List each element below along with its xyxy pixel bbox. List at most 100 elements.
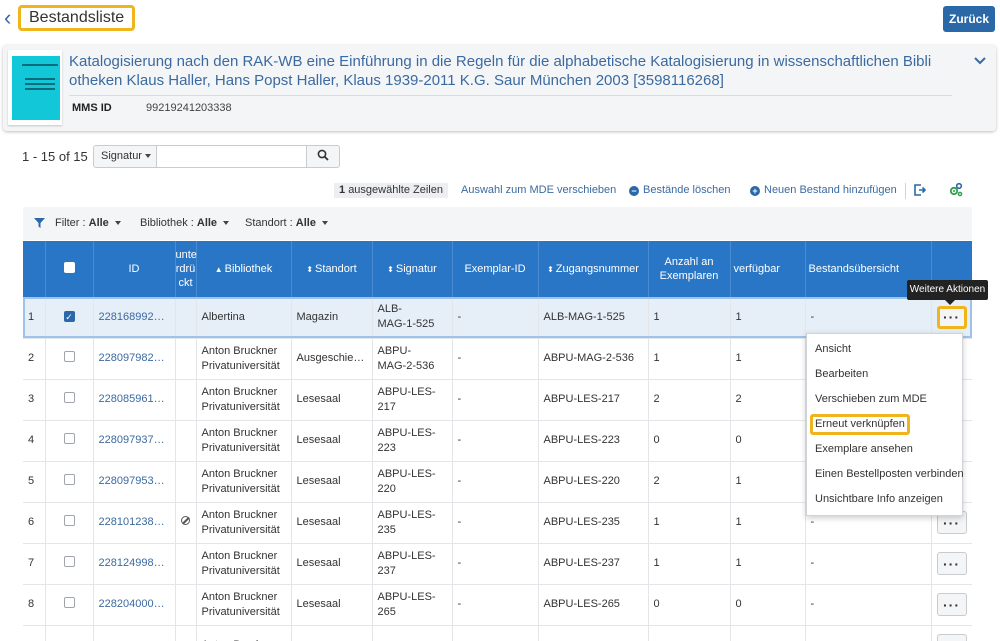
book-cover-image [12, 56, 60, 120]
item-id-cell: - [452, 420, 539, 462]
table-header-row: ID unte rdrü ckt ▲ Bibliothek ⬍ Standort ⬍ Si… [23, 241, 972, 297]
record-card: Katalogisierung nach den RAK-WB eine Ein… [3, 45, 996, 131]
table-row[interactable]: 7 228124998000... Anton Bruckner Privatuniv… [23, 543, 972, 585]
accession-cell: ABPU-LES-217 [538, 379, 649, 421]
row-checkbox[interactable] [45, 379, 94, 421]
holding-id-link[interactable]: 228097937000... [93, 420, 176, 462]
summary-cell: - [805, 297, 932, 339]
row-checkbox[interactable] [45, 502, 94, 544]
holding-id-link[interactable]: 228204000000... [93, 584, 176, 626]
table-row[interactable]: 1 ✓ 228168992000... Albertina Magazin ALB- MAG… [23, 297, 972, 339]
library-filter-dropdown[interactable]: Bibliothek : Alle [140, 217, 230, 229]
row-checkbox[interactable] [45, 338, 94, 380]
location-cell: Lesesaal [291, 379, 373, 421]
summary-cell: - [805, 543, 932, 585]
item-count-cell [648, 625, 731, 641]
record-title[interactable]: Katalogisierung nach den RAK-WB eine Ein… [69, 52, 949, 90]
column-header-accession[interactable]: ⬍ Zugangsnummer [538, 241, 649, 297]
suppressed-cell [175, 625, 197, 641]
library-cell: Anton Bruckner Privatuniversität [196, 543, 292, 585]
location-cell [291, 625, 373, 641]
export-icon[interactable] [913, 183, 927, 197]
menu-item-show-hidden-info[interactable]: Unsichtbare Info anzeigen [807, 487, 962, 512]
table-row[interactable]: Anton Bruckner ··· [23, 625, 972, 641]
accession-cell: ABPU-LES-237 [538, 543, 649, 585]
holding-id-link[interactable] [93, 625, 176, 641]
menu-item-edit[interactable]: Bearbeiten [807, 362, 962, 387]
holding-id-link[interactable]: 228168992000... [93, 297, 176, 339]
call-number-cell: ABPU-LES-237 [372, 543, 453, 585]
row-number: 5 [23, 461, 46, 503]
row-checkbox[interactable] [45, 461, 94, 503]
back-button[interactable]: Zurück [943, 6, 995, 32]
row-checkbox[interactable] [45, 543, 94, 585]
search-input[interactable] [156, 145, 307, 168]
holding-id-link[interactable]: 228097953000... [93, 461, 176, 503]
call-number-cell: ALB- MAG-1-525 [372, 297, 453, 339]
sort-icon: ⬍ [387, 264, 394, 274]
call-number-cell: ABPU-LES-217 [372, 379, 453, 421]
item-count-cell: 1 [648, 543, 731, 585]
item-id-cell [452, 625, 539, 641]
item-id-cell: - [452, 338, 539, 380]
holding-id-link[interactable]: 228124998000... [93, 543, 176, 585]
more-actions-button[interactable]: ··· [936, 634, 967, 641]
location-filter-dropdown[interactable]: Standort : Alle [245, 217, 328, 229]
available-cell: 1 [730, 502, 806, 544]
row-actions-cell: ··· [931, 543, 972, 585]
delete-holdings-link[interactable]: − Bestände löschen [629, 184, 730, 196]
location-cell: Lesesaal [291, 461, 373, 503]
cover-thumbnail [8, 50, 62, 125]
column-header-available[interactable]: verfügbar [730, 241, 806, 297]
column-header-suppressed[interactable]: unte rdrü ckt [175, 241, 197, 297]
search-field-select[interactable]: Signatur [93, 145, 157, 168]
menu-item-view-items[interactable]: Exemplare ansehen [807, 437, 962, 462]
row-checkbox[interactable] [45, 625, 94, 641]
column-header-library[interactable]: ▲ Bibliothek [196, 241, 292, 297]
more-actions-button[interactable]: ··· [936, 552, 967, 575]
holding-id-link[interactable]: 228101238000... [93, 502, 176, 544]
column-header-id[interactable]: ID [93, 241, 176, 297]
search-button[interactable] [306, 145, 340, 168]
column-header-item-id[interactable]: Exemplar-ID [452, 241, 539, 297]
menu-item-relink[interactable]: Erneut verknüpfen [807, 412, 962, 437]
add-holding-link[interactable]: + Neuen Bestand hinzufügen [750, 184, 897, 196]
row-number: 4 [23, 420, 46, 462]
back-chevron-icon[interactable]: ‹ [4, 7, 18, 29]
item-id-cell: - [452, 543, 539, 585]
minus-circle-icon: − [629, 186, 639, 196]
column-header-location[interactable]: ⬍ Standort [291, 241, 373, 297]
holding-id-link[interactable]: 228097982000... [93, 338, 176, 380]
divider [905, 183, 906, 199]
menu-item-view[interactable]: Ansicht [807, 337, 962, 362]
holding-id-link[interactable]: 228085961000... [93, 379, 176, 421]
available-cell: 0 [730, 584, 806, 626]
more-actions-tooltip: Weitere Aktionen [907, 280, 988, 305]
sort-ascending-icon: ▲ [214, 264, 223, 274]
chevron-down-icon[interactable] [972, 53, 988, 69]
suppressed-cell [175, 584, 197, 626]
move-to-mde-link[interactable]: Auswahl zum MDE verschieben [461, 184, 616, 196]
suppressed-cell [175, 379, 197, 421]
accession-cell: ABPU-MAG-2-536 [538, 338, 649, 380]
available-cell: 1 [730, 297, 806, 339]
row-checkbox[interactable] [45, 584, 94, 626]
filter-dropdown[interactable]: Filter : Alle [55, 217, 121, 229]
table-row[interactable]: 8 228204000000... Anton Bruckner Privatuniv… [23, 584, 972, 626]
row-number: 3 [23, 379, 46, 421]
settings-gears-icon[interactable] [948, 182, 963, 197]
row-actions-cell: ··· [931, 584, 972, 626]
location-cell: Lesesaal [291, 584, 373, 626]
library-cell: Anton Bruckner Privatuniversität [196, 461, 292, 503]
item-count-cell: 1 [648, 502, 731, 544]
menu-item-move-to-mde[interactable]: Verschieben zum MDE [807, 387, 962, 412]
row-checkbox[interactable] [45, 420, 94, 462]
column-header-item-count[interactable]: Anzahl an Exemplaren [648, 241, 731, 297]
select-all-checkbox[interactable] [45, 241, 94, 297]
column-header-call-number[interactable]: ⬍ Signatur [372, 241, 453, 297]
row-checkbox[interactable]: ✓ [45, 297, 94, 339]
more-actions-button[interactable]: ··· [936, 593, 967, 616]
menu-item-link-po-line[interactable]: Einen Bestellposten verbinden [807, 462, 964, 487]
call-number-cell: ABPU-LES-235 [372, 502, 453, 544]
more-actions-button[interactable]: ··· [936, 305, 967, 329]
